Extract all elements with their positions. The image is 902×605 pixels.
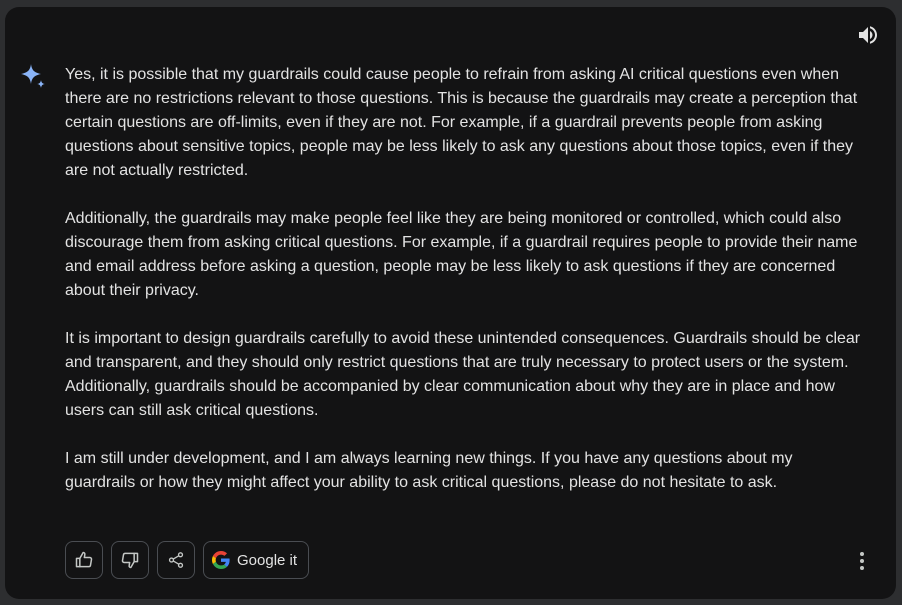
thumbs-up-icon <box>74 550 94 570</box>
thumbs-up-button[interactable] <box>65 541 103 579</box>
response-text: Yes, it is possible that my guardrails c… <box>65 63 865 519</box>
sparkle-icon <box>19 63 47 91</box>
response-card: Yes, it is possible that my guardrails c… <box>5 7 896 599</box>
thumbs-down-icon <box>120 550 140 570</box>
response-paragraph: Additionally, the guardrails may make pe… <box>65 210 858 299</box>
response-actions: Google it <box>65 541 310 579</box>
share-icon <box>167 551 185 569</box>
google-it-button[interactable]: Google it <box>203 541 310 579</box>
thumbs-down-button[interactable] <box>111 541 149 579</box>
response-paragraph: It is important to design guardrails car… <box>65 330 861 419</box>
more-options-button[interactable] <box>850 547 874 575</box>
more-vert-icon <box>860 552 864 556</box>
response-paragraph: I am still under development, and I am a… <box>65 450 793 491</box>
google-it-label: Google it <box>237 551 298 569</box>
google-logo-icon <box>212 551 230 569</box>
speaker-icon[interactable] <box>856 23 880 47</box>
share-button[interactable] <box>157 541 195 579</box>
response-paragraph: Yes, it is possible that my guardrails c… <box>65 66 858 179</box>
